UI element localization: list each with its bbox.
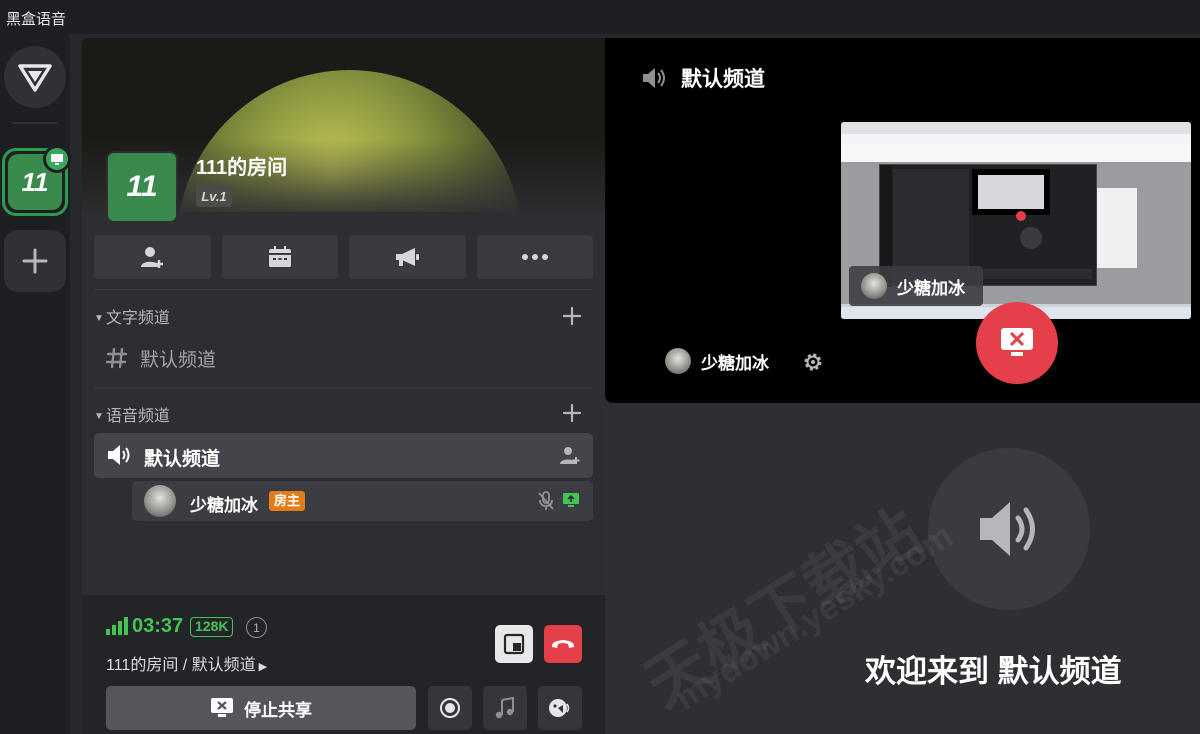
app-window: 黑盒语音 11 11 111的房间 Lv.1 ▼ 文字频道 默认频道 ▼ 语音频… xyxy=(0,0,1200,734)
screen-close-icon xyxy=(1001,328,1033,356)
voice-category-label: 语音频道 xyxy=(105,408,170,425)
add-text-channel-icon[interactable] xyxy=(562,306,582,326)
room-level-badge: Lv.1 xyxy=(196,185,232,207)
announcement-button[interactable] xyxy=(349,235,466,279)
location-text: 111的房间 / 默认频道 xyxy=(106,657,256,674)
mic-muted-icon xyxy=(538,491,554,510)
host-badge: 房主 xyxy=(269,491,306,511)
section-divider xyxy=(94,289,593,290)
voice-channel-item[interactable]: 默认频道 xyxy=(94,433,593,478)
server-rail: 11 xyxy=(0,34,71,734)
record-button[interactable] xyxy=(428,686,472,730)
calendar-button[interactable] xyxy=(221,235,338,279)
text-category-label: 文字频道 xyxy=(105,310,170,327)
hash-icon xyxy=(106,347,128,369)
music-button[interactable] xyxy=(483,686,527,730)
speaker-icon xyxy=(643,68,665,88)
room-avatar[interactable]: 11 xyxy=(106,151,178,223)
home-logo-button[interactable] xyxy=(4,46,66,108)
avatar xyxy=(665,348,691,374)
gear-icon[interactable] xyxy=(801,350,825,374)
screen-share-badge xyxy=(43,145,71,173)
avatar xyxy=(861,273,887,299)
speaker-icon xyxy=(108,445,130,465)
plus-icon xyxy=(22,248,48,274)
soundboard-icon xyxy=(549,699,570,717)
screen-share-viewer[interactable]: 默认频道 少糖加冰 少糖加冰 xyxy=(605,38,1200,403)
section-divider xyxy=(94,387,593,388)
invite-member-button[interactable] xyxy=(94,235,211,279)
connection-status-panel: 03:37 128K 1 111的房间 / 默认频道 ▶ 停止共享 xyxy=(82,595,605,734)
caret-down-icon: ▼ xyxy=(94,411,104,422)
welcome-speaker-badge xyxy=(928,448,1090,610)
stage-header: 默认频道 xyxy=(641,63,765,93)
avatar xyxy=(144,485,176,517)
participant-count: 1 xyxy=(246,617,267,638)
calendar-icon xyxy=(268,246,291,267)
signal-strength-icon xyxy=(106,617,128,635)
text-channel-item[interactable]: 默认频道 xyxy=(106,343,216,373)
invite-to-channel-icon[interactable] xyxy=(559,445,581,465)
heybox-logo-icon xyxy=(18,64,52,92)
room-name[interactable]: 111的房间 xyxy=(196,151,287,180)
voice-category-header[interactable]: ▼ 语音频道 xyxy=(94,402,170,426)
add-voice-channel-icon[interactable] xyxy=(562,403,582,423)
window-icon xyxy=(503,633,525,655)
stop-share-button[interactable]: 停止共享 xyxy=(106,686,416,730)
phone-hangup-icon xyxy=(551,640,575,648)
screen-layout-button[interactable] xyxy=(495,625,533,663)
shared-screen-preview[interactable]: 少糖加冰 xyxy=(841,122,1191,319)
stop-share-label: 停止共享 xyxy=(244,700,312,720)
caret-down-icon: ▼ xyxy=(94,313,104,324)
monitor-icon xyxy=(51,154,63,165)
voice-channel-name: 默认频道 xyxy=(144,449,221,470)
current-location-link[interactable]: 111的房间 / 默认频道 ▶ xyxy=(106,651,267,675)
voice-stage: 默认频道 少糖加冰 少糖加冰 欢迎来到 默认频道 天极下载站 mydown.ye… xyxy=(605,38,1200,734)
call-duration: 03:37 xyxy=(132,615,184,637)
server-item-111[interactable]: 11 xyxy=(2,145,71,216)
add-user-icon xyxy=(141,247,164,268)
app-title: 黑盒语音 xyxy=(6,11,67,28)
room-action-bar xyxy=(94,235,593,279)
voice-member-row[interactable]: 少糖加冰 房主 xyxy=(132,481,593,521)
record-icon xyxy=(440,698,460,718)
arrow-right-icon: ▶ xyxy=(258,661,268,673)
text-channel-name: 默认频道 xyxy=(140,349,217,371)
stop-screen-share-button[interactable] xyxy=(976,302,1058,384)
stop-share-icon xyxy=(211,698,233,717)
text-category-header[interactable]: ▼ 文字频道 xyxy=(94,304,170,328)
presenter-name: 少糖加冰 xyxy=(701,353,769,373)
rail-divider xyxy=(12,122,58,124)
title-bar: 黑盒语音 xyxy=(0,0,1200,34)
megaphone-icon xyxy=(396,248,420,266)
music-note-icon xyxy=(495,697,514,719)
add-server-button[interactable] xyxy=(4,230,66,292)
bitrate-badge: 128K xyxy=(190,617,234,637)
preview-presenter-tag: 少糖加冰 xyxy=(849,266,983,306)
stage-channel-title: 默认频道 xyxy=(681,68,765,91)
welcome-message: 欢迎来到 默认频道 xyxy=(865,654,1122,689)
speaker-icon xyxy=(980,502,1035,556)
screen-share-icon xyxy=(563,493,579,507)
hang-up-button[interactable] xyxy=(544,625,582,663)
member-name: 少糖加冰 xyxy=(190,496,258,515)
channel-panel: 11 111的房间 Lv.1 ▼ 文字频道 默认频道 ▼ 语音频道 默认频道 少… xyxy=(82,38,605,734)
presenter-label: 少糖加冰 xyxy=(665,348,769,374)
soundboard-button[interactable] xyxy=(538,686,582,730)
more-dots-icon xyxy=(521,254,548,260)
more-options-button[interactable] xyxy=(476,235,593,279)
preview-presenter-name: 少糖加冰 xyxy=(897,278,965,298)
